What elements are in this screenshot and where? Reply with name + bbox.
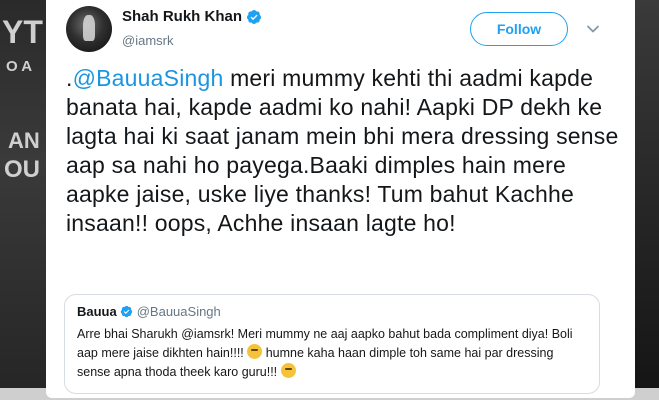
avatar-figure — [83, 15, 95, 41]
verified-badge-icon — [120, 305, 132, 318]
author-display-name[interactable]: Shah Rukh Khan — [122, 8, 242, 25]
chevron-down-icon[interactable] — [586, 22, 600, 36]
background-image-right — [635, 0, 659, 400]
tweet-card: Shah Rukh Khan @iamsrk Follow .@BauuaSin… — [46, 0, 635, 398]
quoted-author-handle: @BauuaSingh — [136, 304, 221, 319]
background-text: YT — [2, 14, 43, 50]
verified-badge-icon — [247, 9, 262, 24]
quoted-tweet-text: Arre bhai Sharukh @iamsrk! Meri mummy ne… — [77, 325, 587, 382]
tweet-text-prefix: . — [66, 65, 73, 91]
quoted-author-name: Bauua — [77, 304, 117, 319]
background-image-left: YT O A AN OU — [0, 0, 46, 400]
background-text: O A — [6, 58, 33, 75]
follow-button[interactable]: Follow — [470, 12, 568, 46]
mention-link[interactable]: @BauuaSingh — [73, 65, 224, 91]
quoted-tweet[interactable]: Bauua @BauuaSingh Arre bhai Sharukh @iam… — [64, 294, 600, 394]
author-name-row: Shah Rukh Khan — [122, 8, 262, 25]
avatar[interactable] — [66, 6, 112, 52]
tweet-text: .@BauuaSingh meri mummy kehti thi aadmi … — [66, 64, 622, 238]
quoted-tweet-header: Bauua @BauuaSingh — [77, 304, 587, 319]
background-text: AN — [8, 128, 40, 153]
author-handle[interactable]: @iamsrk — [122, 33, 173, 48]
rolling-eyes-emoji-icon — [280, 363, 296, 378]
background-text: OU — [4, 156, 40, 183]
thinking-face-emoji-icon — [247, 344, 263, 359]
